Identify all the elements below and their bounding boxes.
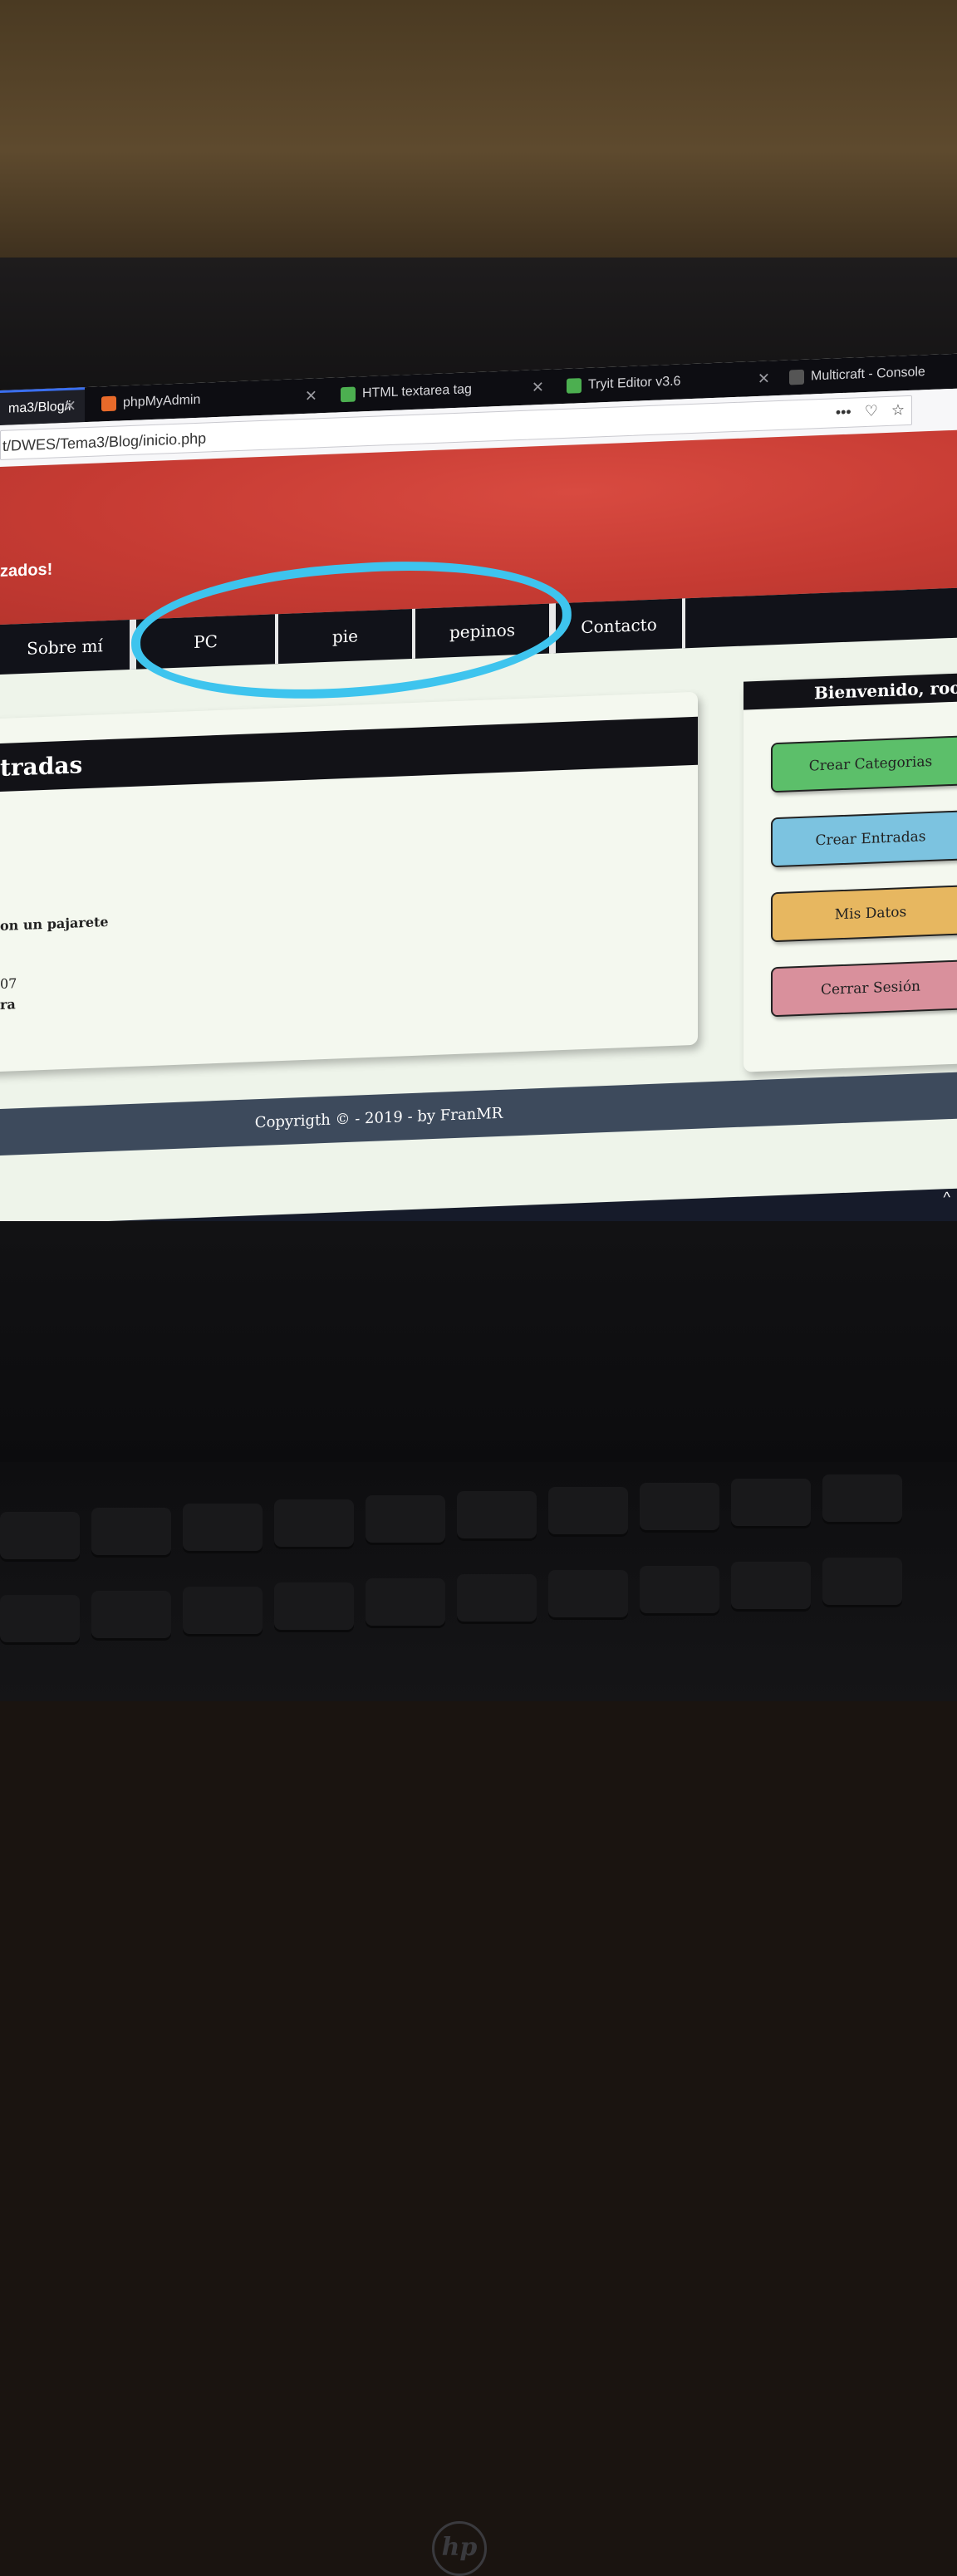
close-icon[interactable]: ✕: [532, 378, 544, 396]
keyboard-key: [640, 1566, 719, 1616]
chevron-up-icon[interactable]: ^: [944, 1189, 950, 1206]
entries-panel: tradas on un pajarete 07 ra: [0, 691, 698, 1072]
multicraft-icon: [789, 369, 804, 385]
entry-text: ra: [0, 996, 16, 1013]
url-text: t/DWES/Tema3/Blog/inicio.php: [2, 429, 207, 454]
monitor-bottom-bezel: hp: [0, 1221, 957, 2576]
keyboard-key: [274, 1582, 354, 1632]
logout-button[interactable]: Cerrar Sesión: [771, 959, 957, 1018]
entry-text: on un pajarete: [0, 913, 109, 934]
keyboard-key: [183, 1587, 263, 1636]
hp-logo: hp: [432, 2521, 487, 2576]
close-icon[interactable]: ✕: [305, 387, 317, 405]
close-icon[interactable]: ✕: [64, 397, 76, 415]
keyboard-key: [91, 1508, 171, 1558]
keyboard-key: [822, 1474, 902, 1524]
page-actions-icon[interactable]: •••: [836, 404, 851, 422]
tab-label: ma3/Blog/i: [8, 399, 71, 416]
tab-label: Tryit Editor v3.6: [588, 374, 681, 392]
entry-text: 07: [0, 975, 17, 992]
my-data-button[interactable]: Mis Datos: [771, 885, 957, 943]
nav-item-sobre-mi[interactable]: Sobre mí: [0, 619, 133, 675]
keyboard-key: [822, 1558, 902, 1607]
pocket-icon[interactable]: ♡: [865, 402, 878, 420]
keyboard-key: [274, 1499, 354, 1549]
tab-label: Multicraft - Console: [811, 365, 925, 384]
nav-item-contacto[interactable]: Contacto: [552, 598, 685, 654]
keyboard-key: [457, 1491, 537, 1541]
background-wall: [0, 0, 957, 274]
keyboard-key: [183, 1504, 263, 1553]
site-footer: Copyrigth © - 2019 - by FranMR: [0, 1072, 957, 1156]
keyboard-key: [548, 1570, 628, 1620]
bookmark-star-icon[interactable]: ☆: [891, 401, 905, 420]
phpmyadmin-icon: [101, 395, 116, 412]
w3schools-icon: [341, 386, 356, 403]
entries-title: tradas: [0, 716, 698, 792]
create-categories-button[interactable]: Crear Categorias: [771, 735, 957, 793]
tab-blog[interactable]: ma3/Blog/i ✕: [0, 387, 85, 425]
tab-label: HTML textarea tag: [362, 382, 472, 401]
keyboard-key: [457, 1574, 537, 1624]
keyboard-key: [0, 1512, 80, 1562]
user-sidebar: Bienvenido, root Crear Categorias Crear …: [744, 672, 957, 1072]
keyboard-key: [366, 1495, 445, 1545]
close-icon[interactable]: ✕: [758, 370, 770, 388]
keyboard-key: [731, 1479, 811, 1528]
keyboard-key: [731, 1562, 811, 1612]
header-text: zados!: [0, 560, 53, 581]
keyboard-key: [640, 1483, 719, 1533]
tab-label: phpMyAdmin: [123, 392, 201, 410]
keyboard-key: [91, 1591, 171, 1641]
w3schools-icon: [567, 378, 582, 394]
copyright-text: Copyrigth © - 2019 - by FranMR: [254, 1104, 503, 1131]
keyboard-key: [366, 1578, 445, 1628]
keyboard: [0, 1462, 957, 1701]
laptop-screen: ma3/Blog/i ✕ phpMyAdmin ✕ HTML textarea …: [0, 353, 957, 1288]
keyboard-key: [0, 1595, 80, 1645]
welcome-heading: Bienvenido, root: [744, 672, 957, 710]
create-entries-button[interactable]: Crear Entradas: [771, 810, 957, 868]
keyboard-key: [548, 1487, 628, 1537]
